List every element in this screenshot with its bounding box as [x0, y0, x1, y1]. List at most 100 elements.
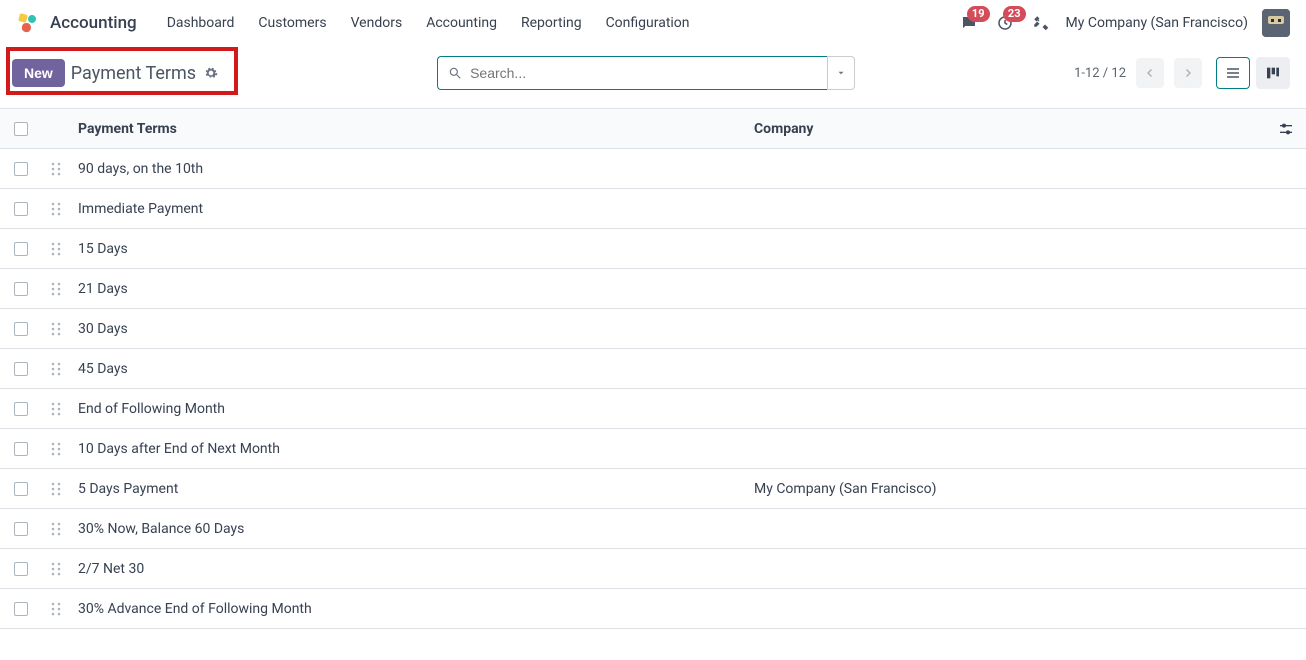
control-panel: New Payment Terms 1-12 / 12 — [0, 46, 1306, 108]
drag-handle-icon[interactable] — [42, 602, 70, 616]
cell-payment-terms: 30% Now, Balance 60 Days — [70, 521, 746, 537]
row-checkbox[interactable] — [0, 242, 42, 256]
drag-handle-icon[interactable] — [42, 322, 70, 336]
table-row[interactable]: 30% Advance End of Following Month — [0, 589, 1306, 629]
row-checkbox[interactable] — [0, 522, 42, 536]
pager-prev[interactable] — [1136, 58, 1164, 88]
view-kanban-button[interactable] — [1256, 57, 1290, 89]
breadcrumb: Payment Terms — [71, 63, 218, 84]
checkbox-icon[interactable] — [14, 402, 28, 416]
drag-handle-icon[interactable] — [42, 282, 70, 296]
pager-next[interactable] — [1174, 58, 1202, 88]
header-select-all[interactable] — [0, 122, 42, 136]
cell-payment-terms: 45 Days — [70, 361, 746, 377]
brand[interactable]: Accounting — [16, 11, 137, 35]
view-list-button[interactable] — [1216, 57, 1250, 89]
row-checkbox[interactable] — [0, 402, 42, 416]
table-row[interactable]: Immediate Payment — [0, 189, 1306, 229]
drag-handle-icon[interactable] — [42, 402, 70, 416]
cell-payment-terms: 2/7 Net 30 — [70, 561, 746, 577]
nav-link-dashboard[interactable]: Dashboard — [155, 11, 247, 35]
search-options-button[interactable] — [827, 56, 855, 90]
drag-handle-icon[interactable] — [42, 482, 70, 496]
cell-payment-terms: 10 Days after End of Next Month — [70, 441, 746, 457]
breadcrumb-block: New Payment Terms — [12, 59, 218, 87]
topnav: Accounting Dashboard Customers Vendors A… — [0, 0, 1306, 46]
checkbox-icon[interactable] — [14, 202, 28, 216]
row-checkbox[interactable] — [0, 202, 42, 216]
row-checkbox[interactable] — [0, 442, 42, 456]
search-icon — [448, 66, 462, 80]
table-row[interactable]: 10 Days after End of Next Month — [0, 429, 1306, 469]
messages-icon[interactable]: 19 — [958, 12, 980, 34]
checkbox-icon[interactable] — [14, 522, 28, 536]
checkbox-icon[interactable] — [14, 282, 28, 296]
row-checkbox[interactable] — [0, 482, 42, 496]
cell-payment-terms: 15 Days — [70, 241, 746, 257]
row-checkbox[interactable] — [0, 562, 42, 576]
checkbox-icon[interactable] — [14, 322, 28, 336]
search-box[interactable] — [437, 56, 827, 90]
messages-badge: 19 — [967, 6, 990, 22]
table-row[interactable]: 45 Days — [0, 349, 1306, 389]
row-checkbox[interactable] — [0, 282, 42, 296]
checkbox-icon[interactable] — [14, 362, 28, 376]
checkbox-icon[interactable] — [14, 562, 28, 576]
row-checkbox[interactable] — [0, 322, 42, 336]
table-row[interactable]: 15 Days — [0, 229, 1306, 269]
table-row[interactable]: 90 days, on the 10th — [0, 149, 1306, 189]
gear-icon[interactable] — [204, 66, 218, 80]
row-checkbox[interactable] — [0, 362, 42, 376]
topnav-right: 19 23 My Company (San Francisco) — [958, 9, 1290, 37]
cell-payment-terms: 21 Days — [70, 281, 746, 297]
search-wrap — [437, 56, 855, 90]
header-optional-columns[interactable] — [1266, 121, 1306, 137]
user-avatar[interactable] — [1262, 9, 1290, 37]
nav-link-configuration[interactable]: Configuration — [594, 11, 702, 35]
cell-payment-terms: Immediate Payment — [70, 201, 746, 217]
debug-icon[interactable] — [1030, 12, 1052, 34]
nav-link-customers[interactable]: Customers — [246, 11, 338, 35]
app-title: Accounting — [50, 13, 137, 33]
breadcrumb-title: Payment Terms — [71, 63, 196, 84]
company-switcher[interactable]: My Company (San Francisco) — [1066, 15, 1248, 31]
view-switcher — [1216, 57, 1290, 89]
checkbox-icon[interactable] — [14, 602, 28, 616]
row-checkbox[interactable] — [0, 602, 42, 616]
list-view: Payment Terms Company 90 days, on the 10… — [0, 108, 1306, 629]
drag-handle-icon[interactable] — [42, 442, 70, 456]
activities-badge: 23 — [1003, 6, 1026, 22]
checkbox-icon[interactable] — [14, 122, 28, 136]
new-button[interactable]: New — [12, 59, 65, 87]
checkbox-icon[interactable] — [14, 162, 28, 176]
drag-handle-icon[interactable] — [42, 522, 70, 536]
header-company[interactable]: Company — [746, 121, 1266, 137]
search-input[interactable] — [462, 64, 817, 82]
right-controls: 1-12 / 12 — [1074, 57, 1290, 89]
cell-payment-terms: 30 Days — [70, 321, 746, 337]
checkbox-icon[interactable] — [14, 242, 28, 256]
nav-link-vendors[interactable]: Vendors — [339, 11, 415, 35]
drag-handle-icon[interactable] — [42, 162, 70, 176]
activities-icon[interactable]: 23 — [994, 12, 1016, 34]
nav-link-reporting[interactable]: Reporting — [509, 11, 594, 35]
cell-payment-terms: 90 days, on the 10th — [70, 161, 746, 177]
drag-handle-icon[interactable] — [42, 202, 70, 216]
table-row[interactable]: End of Following Month — [0, 389, 1306, 429]
table-row[interactable]: 30% Now, Balance 60 Days — [0, 509, 1306, 549]
drag-handle-icon[interactable] — [42, 362, 70, 376]
drag-handle-icon[interactable] — [42, 562, 70, 576]
checkbox-icon[interactable] — [14, 482, 28, 496]
cell-payment-terms: 5 Days Payment — [70, 481, 746, 497]
row-checkbox[interactable] — [0, 162, 42, 176]
checkbox-icon[interactable] — [14, 442, 28, 456]
nav-link-accounting[interactable]: Accounting — [414, 11, 509, 35]
table-row[interactable]: 2/7 Net 30 — [0, 549, 1306, 589]
nav-links: Dashboard Customers Vendors Accounting R… — [155, 11, 702, 35]
drag-handle-icon[interactable] — [42, 242, 70, 256]
table-row[interactable]: 5 Days PaymentMy Company (San Francisco) — [0, 469, 1306, 509]
header-payment-terms[interactable]: Payment Terms — [70, 121, 746, 137]
table-row[interactable]: 21 Days — [0, 269, 1306, 309]
table-row[interactable]: 30 Days — [0, 309, 1306, 349]
table-header: Payment Terms Company — [0, 109, 1306, 149]
